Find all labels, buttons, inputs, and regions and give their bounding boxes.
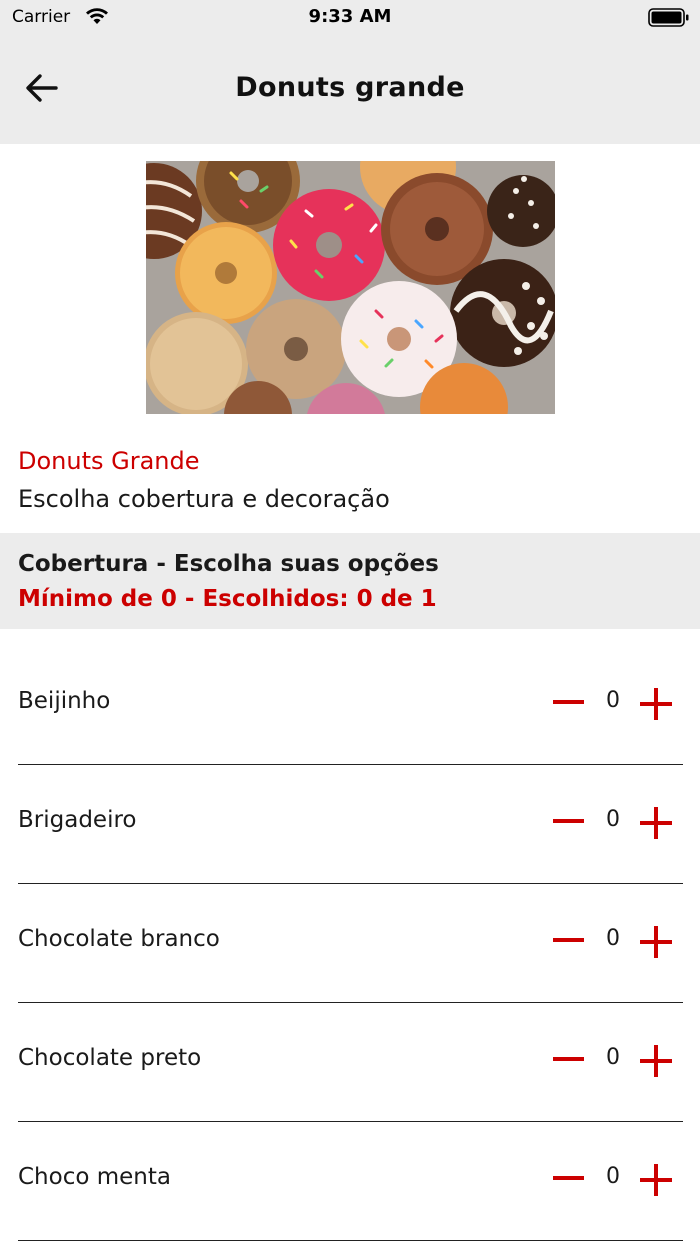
option-label: Chocolate branco <box>18 926 220 952</box>
nav-bar: Donuts grande <box>0 34 700 144</box>
decrease-button[interactable] <box>551 1160 587 1196</box>
option-label: Brigadeiro <box>18 807 137 833</box>
option-group-header: Cobertura - Escolha suas opções Mínimo d… <box>0 533 700 629</box>
option-label: Beijinho <box>18 688 111 714</box>
option-row: Beijinho 0 <box>18 646 683 765</box>
status-bar: Carrier 9:33 AM <box>0 0 700 34</box>
option-row: Brigadeiro 0 <box>18 765 683 884</box>
battery-icon <box>648 8 689 27</box>
page-title: Donuts grande <box>235 72 465 103</box>
option-row: Chocolate branco 0 <box>18 884 683 1003</box>
increase-button[interactable] <box>640 1163 674 1197</box>
decrease-button[interactable] <box>551 684 587 720</box>
increase-button[interactable] <box>640 1044 674 1078</box>
clock: 9:33 AM <box>308 6 392 27</box>
option-row: Choco menta 0 <box>18 1122 683 1241</box>
product-name: Donuts Grande <box>18 447 200 475</box>
option-row: Chocolate preto 0 <box>18 1003 683 1122</box>
quantity-value: 0 <box>606 926 620 951</box>
product-description: Escolha cobertura e decoração <box>18 485 390 513</box>
option-label: Choco menta <box>18 1164 171 1190</box>
option-label: Chocolate preto <box>18 1045 202 1071</box>
decrease-button[interactable] <box>551 803 587 839</box>
quantity-value: 0 <box>606 1164 620 1189</box>
quantity-value: 0 <box>606 1045 620 1070</box>
increase-button[interactable] <box>640 687 674 721</box>
increase-button[interactable] <box>640 925 674 959</box>
option-group-title: Cobertura - Escolha suas opções <box>18 551 439 577</box>
quantity-value: 0 <box>606 688 620 713</box>
increase-button[interactable] <box>640 806 674 840</box>
product-image <box>146 161 555 414</box>
option-group-rule: Mínimo de 0 - Escolhidos: 0 de 1 <box>18 586 437 612</box>
decrease-button[interactable] <box>551 922 587 958</box>
decrease-button[interactable] <box>551 1041 587 1077</box>
quantity-value: 0 <box>606 807 620 832</box>
options-list: Beijinho 0 Brigadeiro 0 Chocolate branco… <box>18 646 683 1241</box>
